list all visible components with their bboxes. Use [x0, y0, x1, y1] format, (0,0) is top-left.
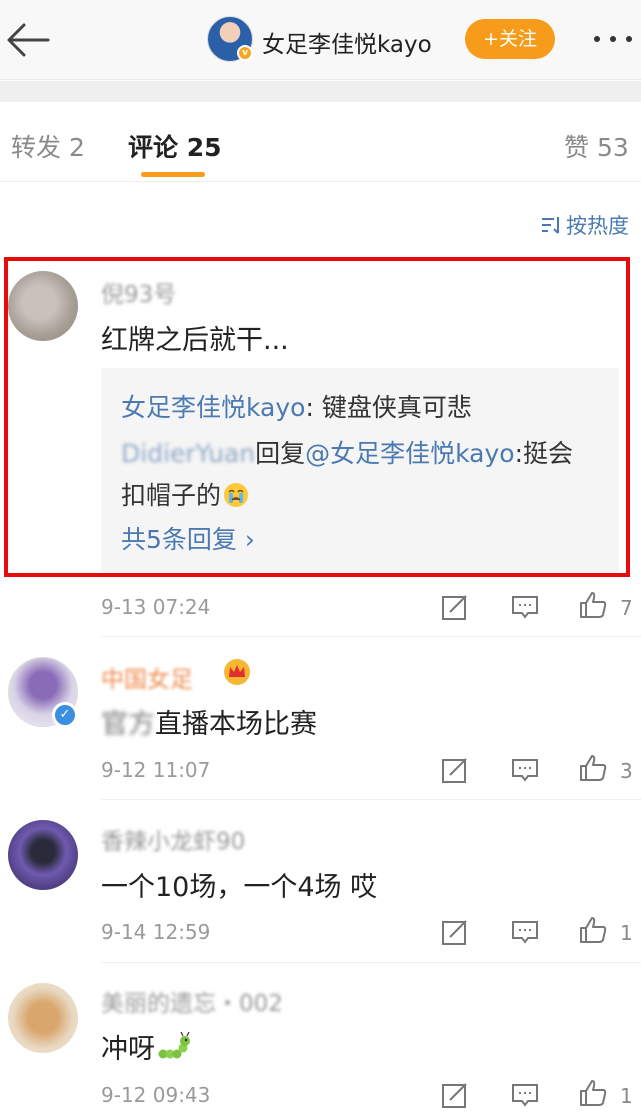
comment-text: 冲呀 [101, 1034, 155, 1065]
arrow-left-icon[interactable] [2, 14, 54, 66]
like-count: 1 [620, 1084, 633, 1108]
sort-label: 按热度 [566, 214, 629, 238]
thumbs-up-icon[interactable] [578, 590, 608, 620]
highlight-box [4, 257, 630, 577]
repost-icon[interactable] [440, 592, 470, 622]
comment-icon[interactable] [510, 1080, 540, 1110]
comment-username[interactable]: 中国女足 [101, 660, 193, 694]
comment-time: 9-12 09:43 [101, 1083, 211, 1107]
page-title: 女足李佳悦kayo [262, 32, 432, 58]
comment-username[interactable]: 香辣小龙虾90 [101, 822, 245, 856]
more-dots-icon[interactable] [592, 26, 634, 52]
comment-text-line: 官方直播本场比赛 [101, 702, 317, 741]
tab-bar: 转发 2 评论 25 赞 53 [0, 102, 641, 182]
tab-likes[interactable]: 赞 53 [564, 128, 629, 164]
thumbs-up-icon[interactable] [578, 1078, 608, 1108]
divider [101, 962, 641, 963]
like-count: 1 [620, 921, 633, 945]
verified-badge-icon: ✓ [52, 702, 78, 728]
crown-badge-icon [224, 659, 250, 685]
sort-icon [542, 217, 559, 234]
comment-text: 直播本场比赛 [155, 709, 317, 740]
active-tab-indicator [141, 172, 205, 177]
section-gap [0, 81, 641, 102]
comment-username[interactable]: 美丽的遗忘・002 [101, 984, 283, 1018]
comment-time: 9-13 07:24 [101, 595, 211, 619]
sort-toggle[interactable]: 按热度 [540, 210, 629, 238]
thumbs-up-icon[interactable] [578, 915, 608, 945]
avatar[interactable] [8, 820, 78, 890]
like-count: 7 [620, 596, 633, 620]
tab-comments[interactable]: 评论 25 [128, 128, 222, 164]
comment-text-line: 冲呀 [101, 1027, 191, 1066]
divider [101, 799, 641, 800]
comment-time: 9-12 11:07 [101, 758, 211, 782]
comment-time: 9-14 12:59 [101, 920, 211, 944]
comment-icon[interactable] [510, 917, 540, 947]
top-nav-bar: v 女足李佳悦kayo +关注 [0, 0, 641, 80]
verified-badge-icon: v [237, 45, 253, 61]
comment-text-blurred: 方 [128, 709, 155, 740]
divider [101, 636, 641, 637]
follow-button[interactable]: +关注 [465, 19, 555, 59]
tab-reposts[interactable]: 转发 2 [11, 128, 85, 164]
repost-icon[interactable] [440, 1080, 470, 1110]
comment-text: 一个10场，一个4场 哎 [101, 872, 378, 903]
repost-icon[interactable] [440, 755, 470, 785]
comment-text-blurred: 官 [101, 709, 128, 740]
thumbs-up-icon[interactable] [578, 753, 608, 783]
comment-icon[interactable] [510, 755, 540, 785]
repost-icon[interactable] [440, 917, 470, 947]
caterpillar-icon [158, 1032, 190, 1059]
like-count: 3 [620, 759, 633, 783]
avatar[interactable] [8, 983, 78, 1053]
comment-icon[interactable] [510, 592, 540, 622]
